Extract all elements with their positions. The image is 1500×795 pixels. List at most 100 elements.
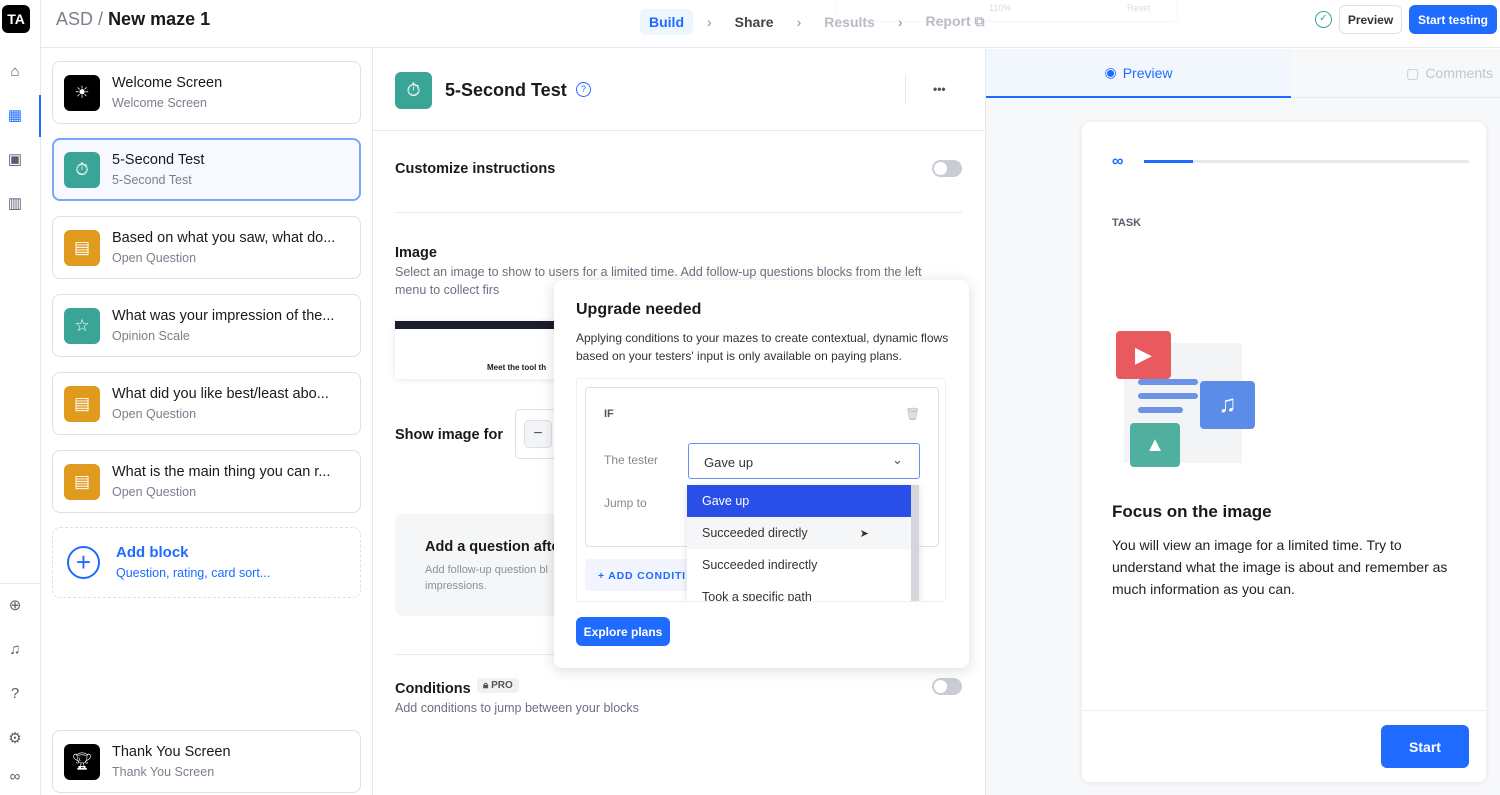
block-title: What did you like best/least abo...	[112, 386, 329, 402]
trophy-icon: 🏆︎	[64, 744, 100, 780]
chart-icon[interactable]: ▥	[6, 195, 24, 213]
info-icon[interactable]: ?	[576, 82, 591, 97]
help-icon[interactable]: ?	[6, 685, 24, 703]
step-report[interactable]: Report ⧉	[917, 8, 994, 35]
add-question-desc: Add follow-up question bl	[425, 564, 548, 576]
condition-preview: IF 🗑︎ The tester Gave up ⌄ Jump to + ADD…	[576, 378, 946, 602]
step-nav: Build › Share › Results › Report ⧉	[640, 8, 994, 35]
editor-title: 5-Second Test	[445, 80, 567, 100]
add-block-subtitle: Question, rating, card sort...	[116, 566, 271, 580]
step-results[interactable]: Results	[815, 9, 884, 35]
breadcrumb: ASD / New maze 1	[56, 9, 210, 30]
customize-instructions-label: Customize instructions	[395, 161, 556, 177]
block-title: What is the main thing you can r...	[112, 464, 331, 480]
stopwatch-icon: ⏱	[395, 72, 432, 109]
option-succeeded-indirectly[interactable]: Succeeded indirectly	[687, 549, 919, 581]
step-share[interactable]: Share	[726, 9, 783, 35]
conditions-desc: Add conditions to jump between your bloc…	[395, 701, 639, 715]
settings-icon[interactable]: ⚙	[6, 730, 24, 748]
show-image-for-label: Show image for	[395, 427, 503, 443]
conditions-toggle[interactable]	[932, 678, 962, 695]
add-block-button[interactable]: + Add block Question, rating, card sort.…	[52, 527, 361, 598]
dropdown-scrollbar[interactable]	[911, 485, 919, 601]
bell-icon[interactable]: ♫	[6, 641, 24, 659]
stopwatch-icon: ⏱	[64, 152, 100, 188]
block-open-question[interactable]: ▤ Based on what you saw, what do... Open Q…	[52, 216, 361, 279]
block-list: ☀ Welcome Screen Welcome Screen ⏱ 5-Second …	[41, 49, 373, 795]
divider	[0, 583, 41, 584]
zoom-reset: Reset	[1127, 3, 1151, 13]
left-rail: TA ⌂ ▦ ▣ ▥ ⊕ ♫ ? ⚙ ∞	[0, 0, 41, 795]
block-type: Opinion Scale	[112, 329, 190, 343]
option-gave-up[interactable]: Gave up	[687, 485, 911, 517]
start-button[interactable]: Start	[1381, 725, 1469, 768]
select-value: Gave up	[704, 455, 754, 470]
tester-dropdown-list: Gave up Succeeded directly ➤ Succeeded in…	[687, 485, 919, 601]
block-type: Welcome Screen	[112, 96, 207, 110]
block-opinion-scale[interactable]: ☆ What was your impression of the... Opini…	[52, 294, 361, 357]
add-question-title: Add a question afte	[425, 539, 560, 555]
option-took-specific-path[interactable]: Took a specific path	[687, 581, 919, 601]
add-block-title: Add block	[116, 544, 189, 561]
block-5-second-test[interactable]: ⏱ 5-Second Test 5-Second Test	[52, 138, 361, 201]
preview-heading: Focus on the image	[1112, 502, 1272, 521]
separator: /	[98, 9, 104, 29]
trash-icon[interactable]: 🗑︎	[905, 407, 920, 421]
chevron-down-icon: ⌄	[892, 452, 903, 467]
block-type: Open Question	[112, 251, 197, 265]
explore-plans-button[interactable]: Explore plans	[576, 617, 670, 646]
block-type: Thank You Screen	[112, 765, 215, 779]
block-welcome[interactable]: ☀ Welcome Screen Welcome Screen	[52, 61, 361, 124]
block-type: 5-Second Test	[112, 173, 192, 187]
customize-instructions-toggle[interactable]	[932, 160, 962, 177]
blocks-icon[interactable]: ▦	[6, 107, 24, 125]
music-icon: ♫	[1200, 381, 1255, 429]
plus-icon: +	[67, 546, 100, 579]
start-testing-button[interactable]: Start testing	[1409, 5, 1497, 34]
more-options-button[interactable]: •••	[933, 82, 946, 96]
thumbnail-text: Meet the tool th	[487, 363, 547, 372]
add-question-desc-2: impressions.	[425, 580, 487, 592]
text-line	[1138, 379, 1198, 385]
star-icon: ☆	[64, 308, 100, 344]
upgrade-popover: Upgrade needed Applying conditions to yo…	[554, 280, 969, 668]
play-icon: ▶	[1116, 331, 1171, 379]
preview-panel: ◉ Preview ▢ Comments ∞ TASK ▶ ♫ ▲ Focus on…	[985, 49, 1500, 795]
tab-preview[interactable]: ◉ Preview	[986, 49, 1291, 98]
text-line	[1138, 393, 1198, 399]
divider	[395, 212, 962, 213]
preview-button[interactable]: Preview	[1339, 5, 1402, 34]
block-type: Open Question	[112, 407, 197, 421]
tester-label: The tester	[604, 453, 659, 467]
maze-title[interactable]: New maze 1	[108, 9, 210, 29]
block-open-question[interactable]: ▤ What did you like best/least abo... Open…	[52, 372, 361, 435]
comment-icon: ▢	[1406, 64, 1420, 81]
block-title: Welcome Screen	[112, 75, 223, 91]
block-thank-you[interactable]: 🏆︎ Thank You Screen Thank You Screen	[52, 730, 361, 793]
block-title: Based on what you saw, what do...	[112, 230, 336, 246]
block-open-question[interactable]: ▤ What is the main thing you can r... Open…	[52, 450, 361, 513]
contacts-icon[interactable]: ▣	[6, 151, 24, 169]
maze-logo-icon[interactable]: ∞	[6, 768, 24, 786]
home-icon[interactable]: ⌂	[6, 63, 24, 81]
decrement-button[interactable]: −	[524, 420, 552, 448]
conditions-label: Conditions	[395, 681, 471, 697]
if-label: IF	[604, 408, 614, 420]
step-build[interactable]: Build	[640, 8, 693, 35]
image-section-title: Image	[395, 245, 437, 261]
workspace-avatar[interactable]: TA	[2, 5, 30, 33]
media-illustration: ▶ ♫ ▲	[1112, 327, 1262, 477]
upload-icon[interactable]: ⊕	[6, 597, 24, 615]
saved-check-icon: ✓	[1315, 11, 1332, 28]
tester-select[interactable]: Gave up ⌄	[688, 443, 920, 479]
image-thumbnail[interactable]: Meet the tool th	[395, 321, 565, 379]
divider	[1082, 710, 1486, 711]
progress-bar	[1144, 160, 1469, 163]
pro-badge: 🔒︎ PRO	[477, 678, 519, 693]
popup-desc: Applying conditions to your mazes to cre…	[576, 331, 949, 363]
tab-comments[interactable]: ▢ Comments	[1291, 49, 1500, 98]
block-title: Thank You Screen	[112, 744, 231, 760]
chat-icon: ▤	[64, 386, 100, 422]
workspace-link[interactable]: ASD	[56, 9, 93, 29]
option-succeeded-directly[interactable]: Succeeded directly ➤	[687, 517, 911, 549]
